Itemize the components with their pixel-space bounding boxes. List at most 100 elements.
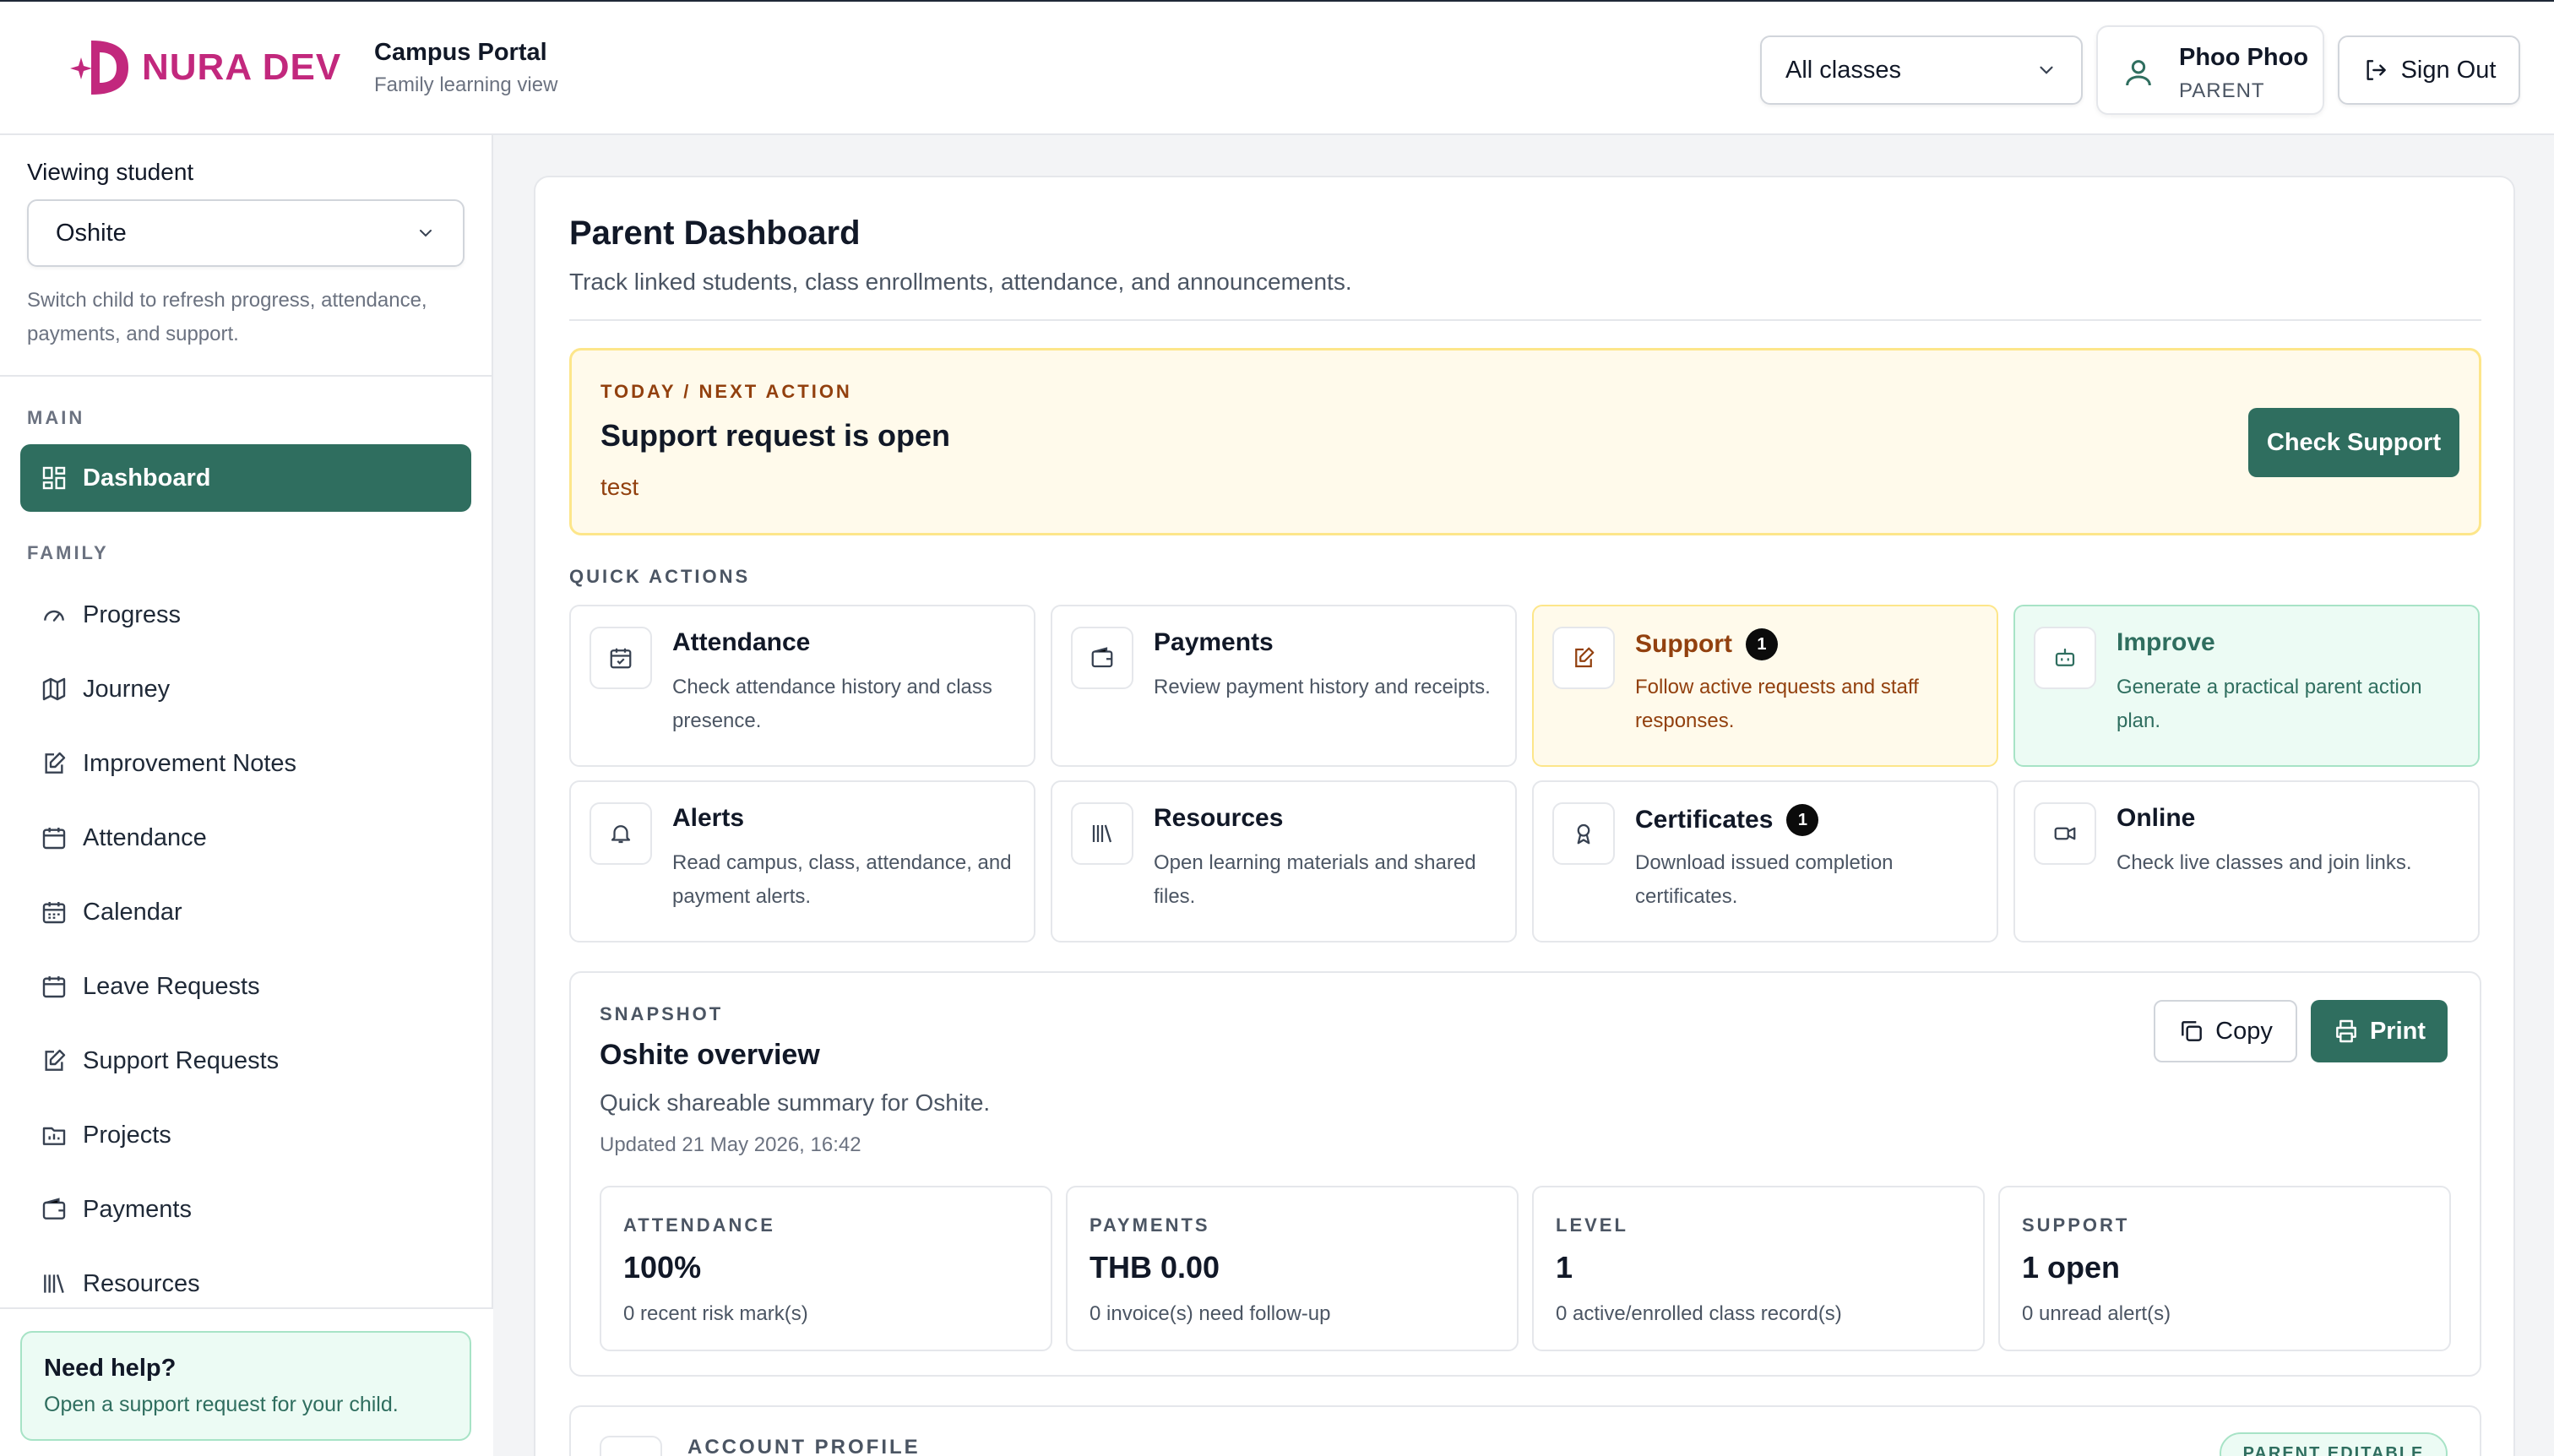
student-select[interactable]: Oshite — [27, 199, 465, 267]
qa-description: Check live classes and join links. — [2117, 851, 2412, 874]
sidebar-item-label: Dashboard — [83, 464, 211, 492]
sign-out-button[interactable]: Sign Out — [2338, 35, 2520, 105]
help-subtitle: Open a support request for your child. — [44, 1393, 399, 1416]
qa-description: Download issued completion certificates. — [1635, 851, 1894, 908]
sidebar-item-leave-requests[interactable]: Leave Requests — [20, 953, 471, 1020]
sidebar-item-payments[interactable]: Payments — [20, 1176, 471, 1243]
stat-label: SUPPORT — [2022, 1214, 2130, 1236]
logo-mark-icon — [70, 41, 128, 95]
sidebar-item-calendar[interactable]: Calendar — [20, 878, 471, 946]
viewing-student-label: Viewing student — [27, 159, 194, 185]
sidebar-item-projects[interactable]: Projects — [20, 1101, 471, 1169]
brand-logo[interactable]: NURA DEV — [66, 32, 341, 103]
qa-description: Read campus, class, attendance, and paym… — [672, 851, 1012, 908]
need-help-card[interactable]: Need help? Open a support request for yo… — [20, 1331, 471, 1441]
sidebar-item-progress[interactable]: Progress — [20, 581, 471, 649]
qa-description: Check attendance history and class prese… — [672, 676, 992, 732]
quick-action-support[interactable]: Support 1 Follow active requests and staf… — [1532, 605, 1998, 767]
sidebar-item-label: Payments — [83, 1195, 192, 1223]
calendar-leave-icon — [42, 976, 66, 998]
portal-heading: Campus Portal Family learning view — [374, 39, 557, 97]
user-profile-card[interactable]: Phoo Phoo PARENT — [2096, 25, 2324, 115]
check-support-button[interactable]: Check Support — [2248, 408, 2459, 477]
help-section: Need help? Open a support request for yo… — [0, 1307, 493, 1456]
quick-action-improve[interactable]: Improve Generate a practical parent acti… — [2013, 605, 2480, 767]
switch-child-note: Switch child to refresh progress, attend… — [27, 289, 427, 345]
qa-title-text: Support — [1635, 630, 1732, 658]
video-icon — [2054, 827, 2076, 840]
qa-icon-box — [2034, 627, 2096, 689]
bell-icon — [611, 825, 631, 844]
stat-label: ATTENDANCE — [623, 1214, 775, 1236]
quick-action-payments[interactable]: Payments Review payment history and rece… — [1051, 605, 1517, 767]
sidebar-item-dashboard[interactable]: Dashboard — [20, 444, 471, 512]
sidebar-item-label: Journey — [83, 675, 171, 703]
copy-icon — [2182, 1021, 2203, 1041]
sidebar-item-label: Projects — [83, 1121, 171, 1149]
map-icon — [42, 677, 66, 701]
qa-icon-box — [2034, 802, 2096, 865]
stat-payments: PAYMENTS THB 0.00 0 invoice(s) need foll… — [1066, 1186, 1519, 1351]
nav-section-main: MAIN — [27, 407, 85, 428]
snapshot-title: Oshite overview — [600, 1039, 820, 1071]
snapshot-card: SNAPSHOT Oshite overview Quick shareable… — [569, 971, 2481, 1377]
qa-icon-box — [590, 627, 652, 689]
class-filter-value: All classes — [1785, 56, 1901, 84]
parent-editable-badge: PARENT EDITABLE — [2220, 1432, 2448, 1456]
qa-description: Follow active requests and staff respons… — [1635, 676, 1919, 732]
sidebar-item-improvement-notes[interactable]: Improvement Notes — [20, 730, 471, 797]
printer-icon — [2336, 1019, 2356, 1043]
qa-title: Certificates 1 — [1635, 804, 1819, 836]
qa-description: Review payment history and receipts. — [1154, 676, 1491, 698]
stat-label: PAYMENTS — [1090, 1214, 1210, 1236]
library-icon — [44, 1274, 64, 1294]
print-label: Print — [2369, 1017, 2426, 1045]
sidebar-item-support-requests[interactable]: Support Requests — [20, 1027, 471, 1095]
page-title: Parent Dashboard — [569, 215, 861, 252]
calendar-check-icon — [42, 828, 66, 850]
next-action-eyebrow: TODAY / NEXT ACTION — [600, 381, 852, 402]
sidebar-item-label: Attendance — [83, 823, 207, 851]
class-filter-select[interactable]: All classes — [1760, 35, 2083, 105]
sidebar-divider — [0, 375, 493, 377]
qa-icon-box — [590, 802, 652, 865]
qa-description: Open learning materials and shared files… — [1154, 851, 1476, 908]
gauge-icon — [44, 610, 64, 622]
qa-title-text: Alerts — [672, 804, 745, 832]
quick-action-resources[interactable]: Resources Open learning materials and sh… — [1051, 780, 1517, 943]
qa-title-text: Payments — [1154, 628, 1274, 656]
support-edit-icon — [1575, 647, 1595, 668]
qa-title-text: Improve — [2117, 628, 2215, 656]
nav-section-family: FAMILY — [27, 542, 109, 563]
copy-button[interactable]: Copy — [2154, 1000, 2297, 1062]
chevron-down-icon — [420, 230, 432, 237]
copy-label: Copy — [2215, 1017, 2273, 1045]
quick-action-online[interactable]: Online Check live classes and join links… — [2013, 780, 2480, 943]
qa-title: Improve — [2117, 628, 2215, 657]
next-action-description: test — [600, 474, 639, 500]
quick-action-alerts[interactable]: Alerts Read campus, class, attendance, a… — [569, 780, 1035, 943]
qa-description: Generate a practical parent action plan. — [2117, 676, 2422, 732]
quick-actions-label: QUICK ACTIONS — [569, 566, 751, 587]
stat-value: THB 0.00 — [1090, 1250, 1220, 1285]
next-action-title: Support request is open — [600, 418, 951, 453]
qa-title: Support 1 — [1635, 628, 1778, 660]
qa-title-text: Certificates — [1635, 806, 1774, 834]
sidebar-item-attendance[interactable]: Attendance — [20, 804, 471, 872]
page-subtitle: Track linked students, class enrollments… — [569, 269, 1352, 295]
sidebar-item-label: Calendar — [83, 898, 182, 926]
sidebar-item-journey[interactable]: Journey — [20, 655, 471, 723]
qa-icon-box — [1071, 627, 1133, 689]
stat-value: 100% — [623, 1250, 702, 1285]
folder-icon — [42, 1127, 66, 1145]
quick-action-attendance[interactable]: Attendance Check attendance history and … — [569, 605, 1035, 767]
library-icon — [1092, 824, 1112, 843]
print-button[interactable]: Print — [2311, 1000, 2448, 1062]
sidebar: Viewing student Oshite Switch child to r… — [0, 135, 493, 1456]
user-icon — [600, 1436, 662, 1456]
stat-note: 0 unread alert(s) — [2022, 1302, 2171, 1325]
title-divider — [569, 319, 2481, 321]
quick-action-certificates[interactable]: Certificates 1 Download issued completion… — [1532, 780, 1998, 943]
qa-title: Online — [2117, 804, 2195, 833]
sidebar-item-label: Improvement Notes — [83, 749, 297, 777]
